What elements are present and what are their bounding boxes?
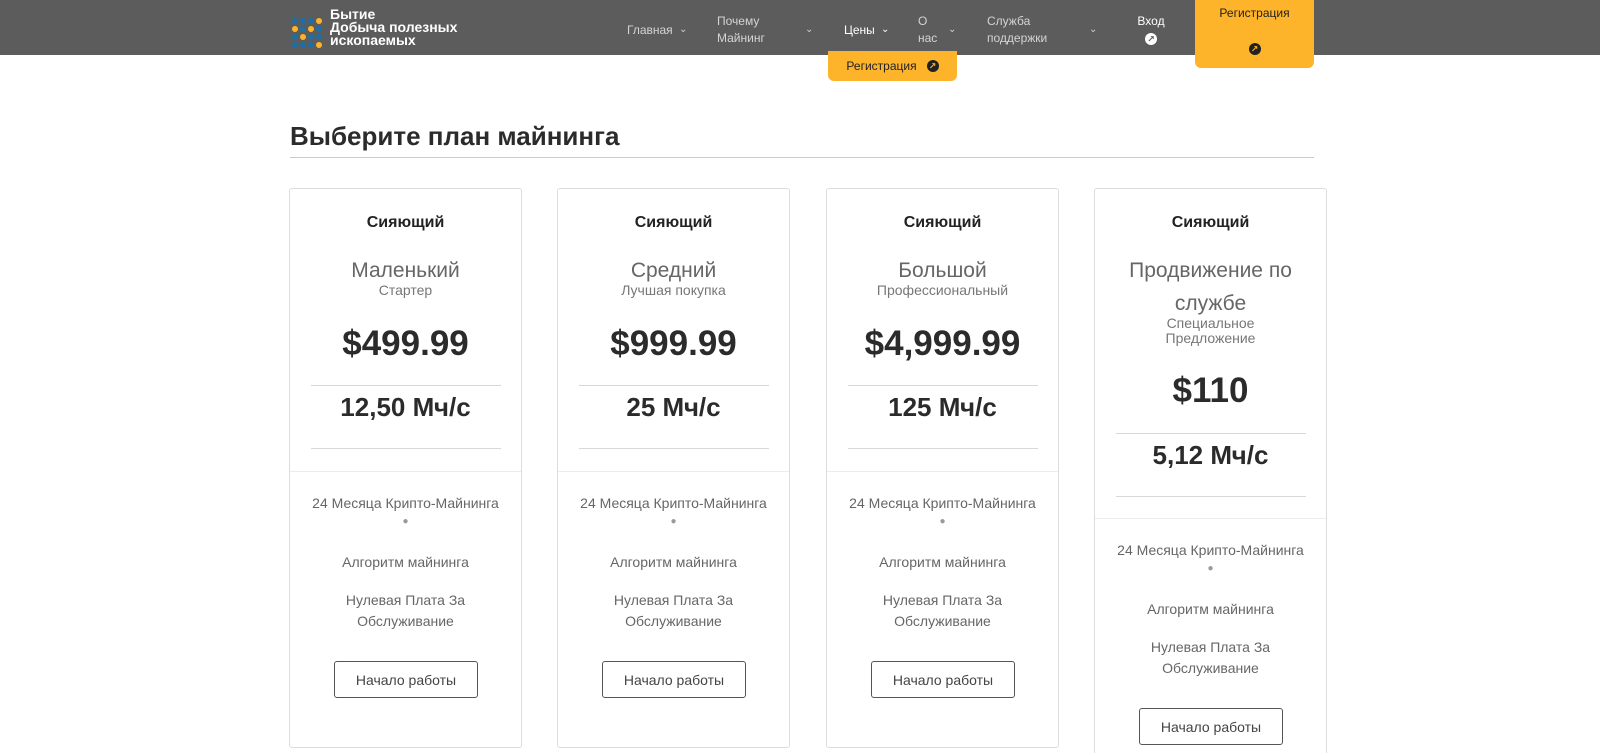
logo-dots-icon — [290, 14, 326, 50]
plan-hashrate: 5,12 Мч/с — [1152, 440, 1269, 470]
top-header: Бытие Добыча полезных ископаемых Главная… — [0, 0, 1600, 55]
plan-subtitle: Стартер — [378, 282, 433, 298]
dropdown-register-button[interactable]: Регистрация ↗ — [828, 51, 957, 81]
logo-text: Бытие Добыча полезных ископаемых — [330, 7, 457, 48]
nav-home[interactable]: Главная — [627, 22, 673, 39]
section-divider — [827, 471, 1058, 472]
nav-prices[interactable]: Цены — [844, 22, 875, 39]
plan-price: $110 — [1172, 371, 1249, 410]
nav-home-label: Главная — [627, 23, 673, 37]
plan-subtitle: Лучшая покупка — [621, 282, 726, 298]
price-divider — [311, 385, 501, 386]
plan-price: $499.99 — [342, 324, 469, 363]
plan-brand: Сияющий — [634, 214, 713, 231]
plan-hashrate: 25 Мч/с — [626, 392, 721, 422]
hashrate-divider — [1116, 496, 1306, 497]
feature-algorithm: Алгоритм майнинга — [610, 554, 737, 570]
feature-fee: Нулевая Плата За — [1150, 639, 1271, 655]
feature-duration: 24 Месяца Крипто-Майнинга — [312, 495, 499, 511]
register-label: Регистрация — [1219, 6, 1290, 20]
feature-duration: 24 Месяца Крипто-Майнинга — [1117, 542, 1304, 558]
plan-card-small: Сияющий Маленький Стартер $499.99 12,50 … — [289, 188, 522, 748]
chevron-down-icon[interactable]: ⌄ — [948, 24, 956, 35]
feature-algorithm: Алгоритм майнинга — [1147, 601, 1274, 617]
plan-price: $999.99 — [610, 324, 737, 363]
plan-name: Продвижение по службе — [1095, 254, 1326, 320]
bullet-dot: ● — [670, 516, 677, 527]
title-underline — [290, 157, 1314, 158]
plan-brand: Сияющий — [366, 214, 445, 231]
feature-fee-2: Обслуживание — [1162, 660, 1259, 676]
register-button[interactable]: Регистрация ↗ — [1195, 0, 1314, 68]
plan-hashrate: 12,50 Мч/с — [340, 392, 471, 422]
feature-duration: 24 Месяца Крипто-Майнинга — [849, 495, 1036, 511]
bullet-dot: ● — [1207, 563, 1214, 574]
feature-algorithm: Алгоритм майнинга — [342, 554, 469, 570]
feature-duration: 24 Месяца Крипто-Майнинга — [580, 495, 767, 511]
price-divider — [579, 385, 769, 386]
plan-subtitle: Профессиональный — [876, 282, 1009, 298]
chevron-down-icon[interactable]: ⌄ — [679, 24, 687, 35]
plan-subtitle: Специальное Предложение — [1095, 316, 1326, 346]
nav-why-label-2: Майнинг — [717, 31, 765, 45]
chevron-down-icon[interactable]: ⌄ — [805, 24, 813, 35]
section-divider — [558, 471, 789, 472]
feature-fee: Нулевая Плата За — [882, 592, 1003, 608]
nav-about[interactable]: О нас — [918, 13, 937, 47]
login-link[interactable]: Вход ↗ — [1134, 14, 1168, 45]
hashrate-divider — [579, 448, 769, 449]
plan-price: $4,999.99 — [864, 324, 1021, 363]
dropdown-register-label: Регистрация — [846, 59, 917, 73]
get-started-button[interactable]: Начало работы — [1139, 708, 1283, 745]
nav-support-label-2: поддержки — [987, 31, 1048, 45]
feature-fee-2: Обслуживание — [625, 613, 722, 629]
nav-about-label: О — [918, 14, 928, 28]
arrow-circle-icon: ↗ — [1145, 33, 1157, 45]
feature-algorithm: Алгоритм майнинга — [879, 554, 1006, 570]
plan-brand: Сияющий — [903, 214, 982, 231]
nav-about-label-2: нас — [918, 31, 938, 45]
site-logo[interactable]: Бытие Добыча полезных ископаемых — [290, 7, 457, 50]
plan-subtitle-line-2: Предложение — [1165, 330, 1256, 346]
logo-line-3: ископаемых — [330, 32, 416, 48]
nav-support[interactable]: Служба поддержки — [987, 13, 1047, 47]
nav-why-label: Почему — [717, 14, 760, 28]
feature-fee-2: Обслуживание — [357, 613, 454, 629]
bullet-dot: ● — [939, 516, 946, 527]
nav-prices-label: Цены — [844, 23, 875, 37]
get-started-button[interactable]: Начало работы — [334, 661, 478, 698]
plan-card-medium: Сияющий Средний Лучшая покупка $999.99 2… — [557, 188, 790, 748]
plan-subtitle-line-1: Специальное — [1166, 315, 1255, 331]
feature-fee-2: Обслуживание — [894, 613, 991, 629]
section-divider — [290, 471, 521, 472]
bullet-dot: ● — [402, 516, 409, 527]
plan-name-line-1: Продвижение по — [1129, 259, 1292, 282]
plan-card-promotion: Сияющий Продвижение по службе Специально… — [1094, 188, 1327, 753]
get-started-button[interactable]: Начало работы — [871, 661, 1015, 698]
plan-card-large: Сияющий Большой Профессиональный $4,999.… — [826, 188, 1059, 748]
feature-fee: Нулевая Плата За — [345, 592, 466, 608]
arrow-circle-icon: ↗ — [1248, 43, 1261, 55]
nav-why-mining[interactable]: Почему Майнинг — [717, 13, 765, 47]
chevron-down-icon[interactable]: ⌄ — [1089, 24, 1097, 35]
price-divider — [1116, 433, 1306, 434]
price-divider — [848, 385, 1038, 386]
chevron-down-icon[interactable]: ⌄ — [881, 24, 889, 35]
page-title: Выберите план майнинга — [290, 121, 620, 151]
plan-brand: Сияющий — [1171, 214, 1250, 231]
feature-fee: Нулевая Плата За — [613, 592, 734, 608]
nav-support-label: Служба — [987, 14, 1031, 28]
section-divider — [1095, 518, 1326, 519]
get-started-button[interactable]: Начало работы — [602, 661, 746, 698]
hashrate-divider — [311, 448, 501, 449]
plan-hashrate: 125 Мч/с — [888, 392, 997, 422]
hashrate-divider — [848, 448, 1038, 449]
login-label: Вход — [1137, 14, 1165, 28]
arrow-circle-icon: ↗ — [926, 60, 939, 72]
